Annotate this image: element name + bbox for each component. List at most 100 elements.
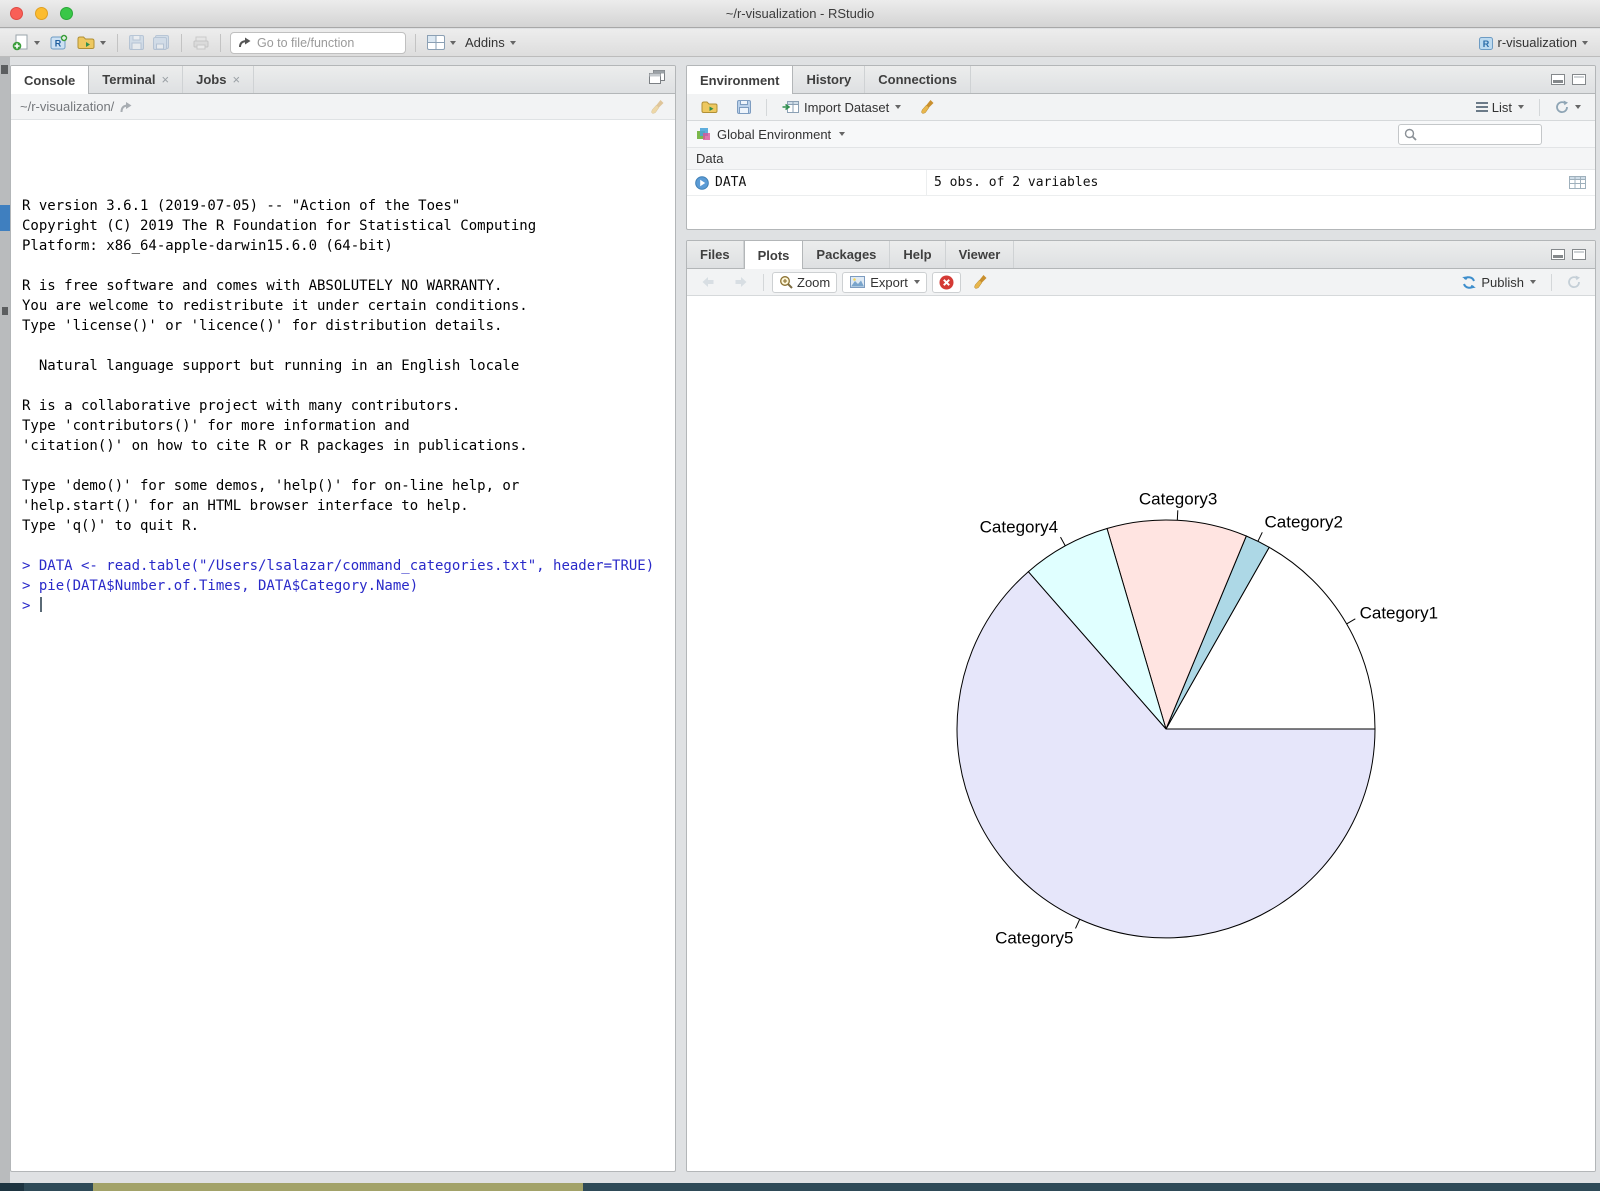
tab-terminal[interactable]: Terminal × (89, 66, 183, 93)
object-name: DATA (715, 175, 746, 190)
pie-label-tick (1347, 619, 1356, 624)
restore-panes-button[interactable] (649, 70, 665, 90)
export-caret-icon (914, 280, 920, 284)
list-view-button[interactable]: List (1469, 97, 1531, 118)
project-caret-icon (1582, 41, 1588, 45)
goto-file-input[interactable] (257, 36, 387, 50)
publish-button[interactable]: Publish (1454, 272, 1543, 293)
goto-directory-icon[interactable] (120, 101, 135, 113)
load-workspace-button[interactable] (694, 97, 725, 118)
toolbar-separator (1551, 274, 1552, 291)
console-output[interactable]: R version 3.6.1 (2019-07-05) -- "Action … (11, 185, 675, 1171)
clear-environment-button[interactable] (913, 97, 943, 118)
zoom-window-button[interactable] (60, 7, 73, 20)
tab-connections[interactable]: Connections (865, 66, 971, 93)
pie-label: Category2 (1265, 513, 1343, 532)
clear-plots-button[interactable] (966, 272, 996, 293)
pie-chart: Category1Category2Category3Category4Cate… (687, 297, 1595, 1171)
global-environment-icon (696, 127, 711, 141)
clear-console-icon[interactable] (650, 99, 666, 115)
pane-layout-button[interactable] (425, 33, 458, 52)
open-file-button[interactable] (75, 33, 108, 52)
main-toolbar: R Addins R (0, 29, 1600, 57)
save-all-icon (153, 35, 170, 50)
tab-viewer[interactable]: Viewer (946, 241, 1015, 268)
goto-file-box[interactable] (230, 32, 406, 54)
refresh-caret-icon (1575, 105, 1581, 109)
tab-help[interactable]: Help (890, 241, 945, 268)
minimize-pane-button[interactable] (1551, 74, 1565, 85)
open-folder-icon (77, 35, 95, 50)
new-file-caret-icon (34, 41, 40, 45)
console-line: Natural language support but running in … (22, 356, 675, 376)
close-icon[interactable]: × (232, 73, 240, 86)
search-icon (1404, 128, 1417, 141)
environment-scope-row: Global Environment (687, 121, 1595, 148)
tab-files[interactable]: Files (687, 241, 744, 268)
view-table-icon[interactable] (1569, 176, 1586, 189)
tab-console-label: Console (24, 73, 75, 88)
publish-icon (1461, 275, 1477, 290)
plots-pane: Files Plots Packages Help Viewer (686, 240, 1596, 1172)
next-plot-button[interactable] (727, 272, 755, 293)
environment-search-input[interactable] (1421, 127, 1531, 142)
environment-search-box[interactable] (1398, 124, 1542, 145)
tab-environment[interactable]: Environment (687, 66, 793, 94)
tab-plots[interactable]: Plots (744, 241, 804, 269)
export-image-icon (849, 275, 866, 289)
working-directory-label: ~/r-visualization/ (20, 99, 114, 114)
refresh-plot-button[interactable] (1560, 272, 1588, 293)
zoom-magnifier-icon (779, 275, 793, 289)
environment-entry-row[interactable]: DATA 5 obs. of 2 variables (687, 170, 1595, 196)
tab-console[interactable]: Console (11, 66, 89, 94)
global-environment-label[interactable]: Global Environment (717, 127, 831, 142)
maximize-pane-button[interactable] (1572, 249, 1586, 260)
goto-arrow-icon (238, 37, 252, 48)
new-file-button[interactable] (10, 32, 42, 53)
tab-history[interactable]: History (793, 66, 865, 93)
zoom-plot-button[interactable]: Zoom (772, 272, 837, 293)
data-section-header: Data (687, 148, 1595, 170)
minimize-window-button[interactable] (35, 7, 48, 20)
console-line: Copyright (C) 2019 The R Foundation for … (22, 216, 675, 236)
console-line (22, 456, 675, 476)
rstudio-window: ~/r-visualization - RStudio R (0, 0, 1600, 1191)
save-icon (129, 35, 144, 50)
environment-pane: Environment History Connections (686, 65, 1596, 230)
new-project-button[interactable]: R (47, 32, 70, 53)
console-line: > pie(DATA$Number.of.Times, DATA$Categor… (22, 576, 675, 596)
toolbar-separator (220, 34, 221, 52)
remove-plot-button[interactable] (932, 272, 961, 293)
toolbar-separator (181, 34, 182, 52)
minimize-pane-button[interactable] (1551, 249, 1565, 260)
addins-button[interactable]: Addins (463, 33, 518, 52)
save-button[interactable] (127, 33, 146, 52)
tab-history-label: History (806, 72, 851, 87)
previous-plot-button[interactable] (694, 272, 722, 293)
desktop-edge (0, 57, 10, 1191)
forward-arrow-icon (734, 276, 748, 288)
tab-jobs[interactable]: Jobs × (183, 66, 254, 93)
save-all-button[interactable] (151, 33, 172, 52)
plots-toolbar: Zoom Export Publish (687, 269, 1595, 296)
project-menu-button[interactable]: R r-visualization (1476, 33, 1590, 53)
tab-packages[interactable]: Packages (803, 241, 890, 268)
environment-toolbar: Import Dataset List (687, 94, 1595, 121)
refresh-environment-button[interactable] (1548, 97, 1588, 118)
maximize-pane-button[interactable] (1572, 74, 1586, 85)
console-line: Type 'license()' or 'licence()' for dist… (22, 316, 675, 336)
print-button[interactable] (191, 34, 211, 52)
toolbar-separator (117, 34, 118, 52)
restore-panes-icon (649, 70, 665, 85)
list-view-label: List (1492, 100, 1512, 115)
expand-object-icon[interactable] (695, 176, 709, 190)
export-plot-button[interactable]: Export (842, 272, 927, 293)
save-workspace-button[interactable] (730, 97, 758, 118)
close-window-button[interactable] (10, 7, 23, 20)
pie-label: Category3 (1139, 489, 1217, 508)
close-icon[interactable]: × (162, 73, 170, 86)
import-dataset-button[interactable]: Import Dataset (775, 97, 908, 118)
tab-packages-label: Packages (816, 247, 876, 262)
remove-plot-icon (939, 275, 954, 290)
project-cube-icon: R (1478, 35, 1495, 51)
